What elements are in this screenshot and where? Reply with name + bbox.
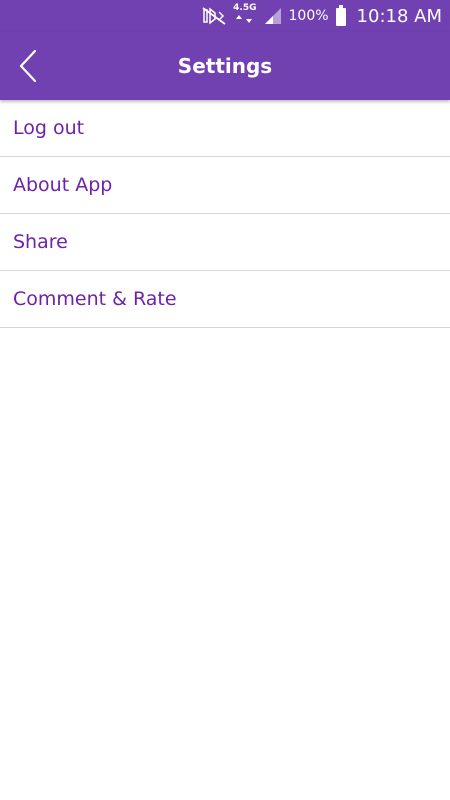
menu-item-label: About App xyxy=(13,174,113,196)
menu-item-about-app[interactable]: About App xyxy=(0,157,450,214)
status-icons: 4.5G 100% 10:18 AM xyxy=(201,0,442,32)
mute-icon xyxy=(201,6,227,26)
settings-menu-list: Log out About App Share Comment & Rate xyxy=(0,100,450,328)
status-bar: 4.5G 100% 10:18 AM xyxy=(0,0,450,32)
menu-item-share[interactable]: Share xyxy=(0,214,450,271)
page-title: Settings xyxy=(177,54,273,78)
clock-time: 10:18 AM xyxy=(356,5,442,27)
battery-text: 100% xyxy=(288,8,329,24)
menu-item-label: Comment & Rate xyxy=(13,288,177,310)
menu-item-comment-rate[interactable]: Comment & Rate xyxy=(0,271,450,328)
menu-item-label: Log out xyxy=(13,117,85,139)
network-arrows-icon: 4.5G xyxy=(233,3,257,25)
app-bar: Settings xyxy=(0,32,450,100)
network-label: 4.5G xyxy=(233,2,257,13)
menu-item-log-out[interactable]: Log out xyxy=(0,100,450,157)
battery-icon xyxy=(335,5,347,27)
menu-item-label: Share xyxy=(13,231,68,253)
signal-icon xyxy=(263,6,283,26)
